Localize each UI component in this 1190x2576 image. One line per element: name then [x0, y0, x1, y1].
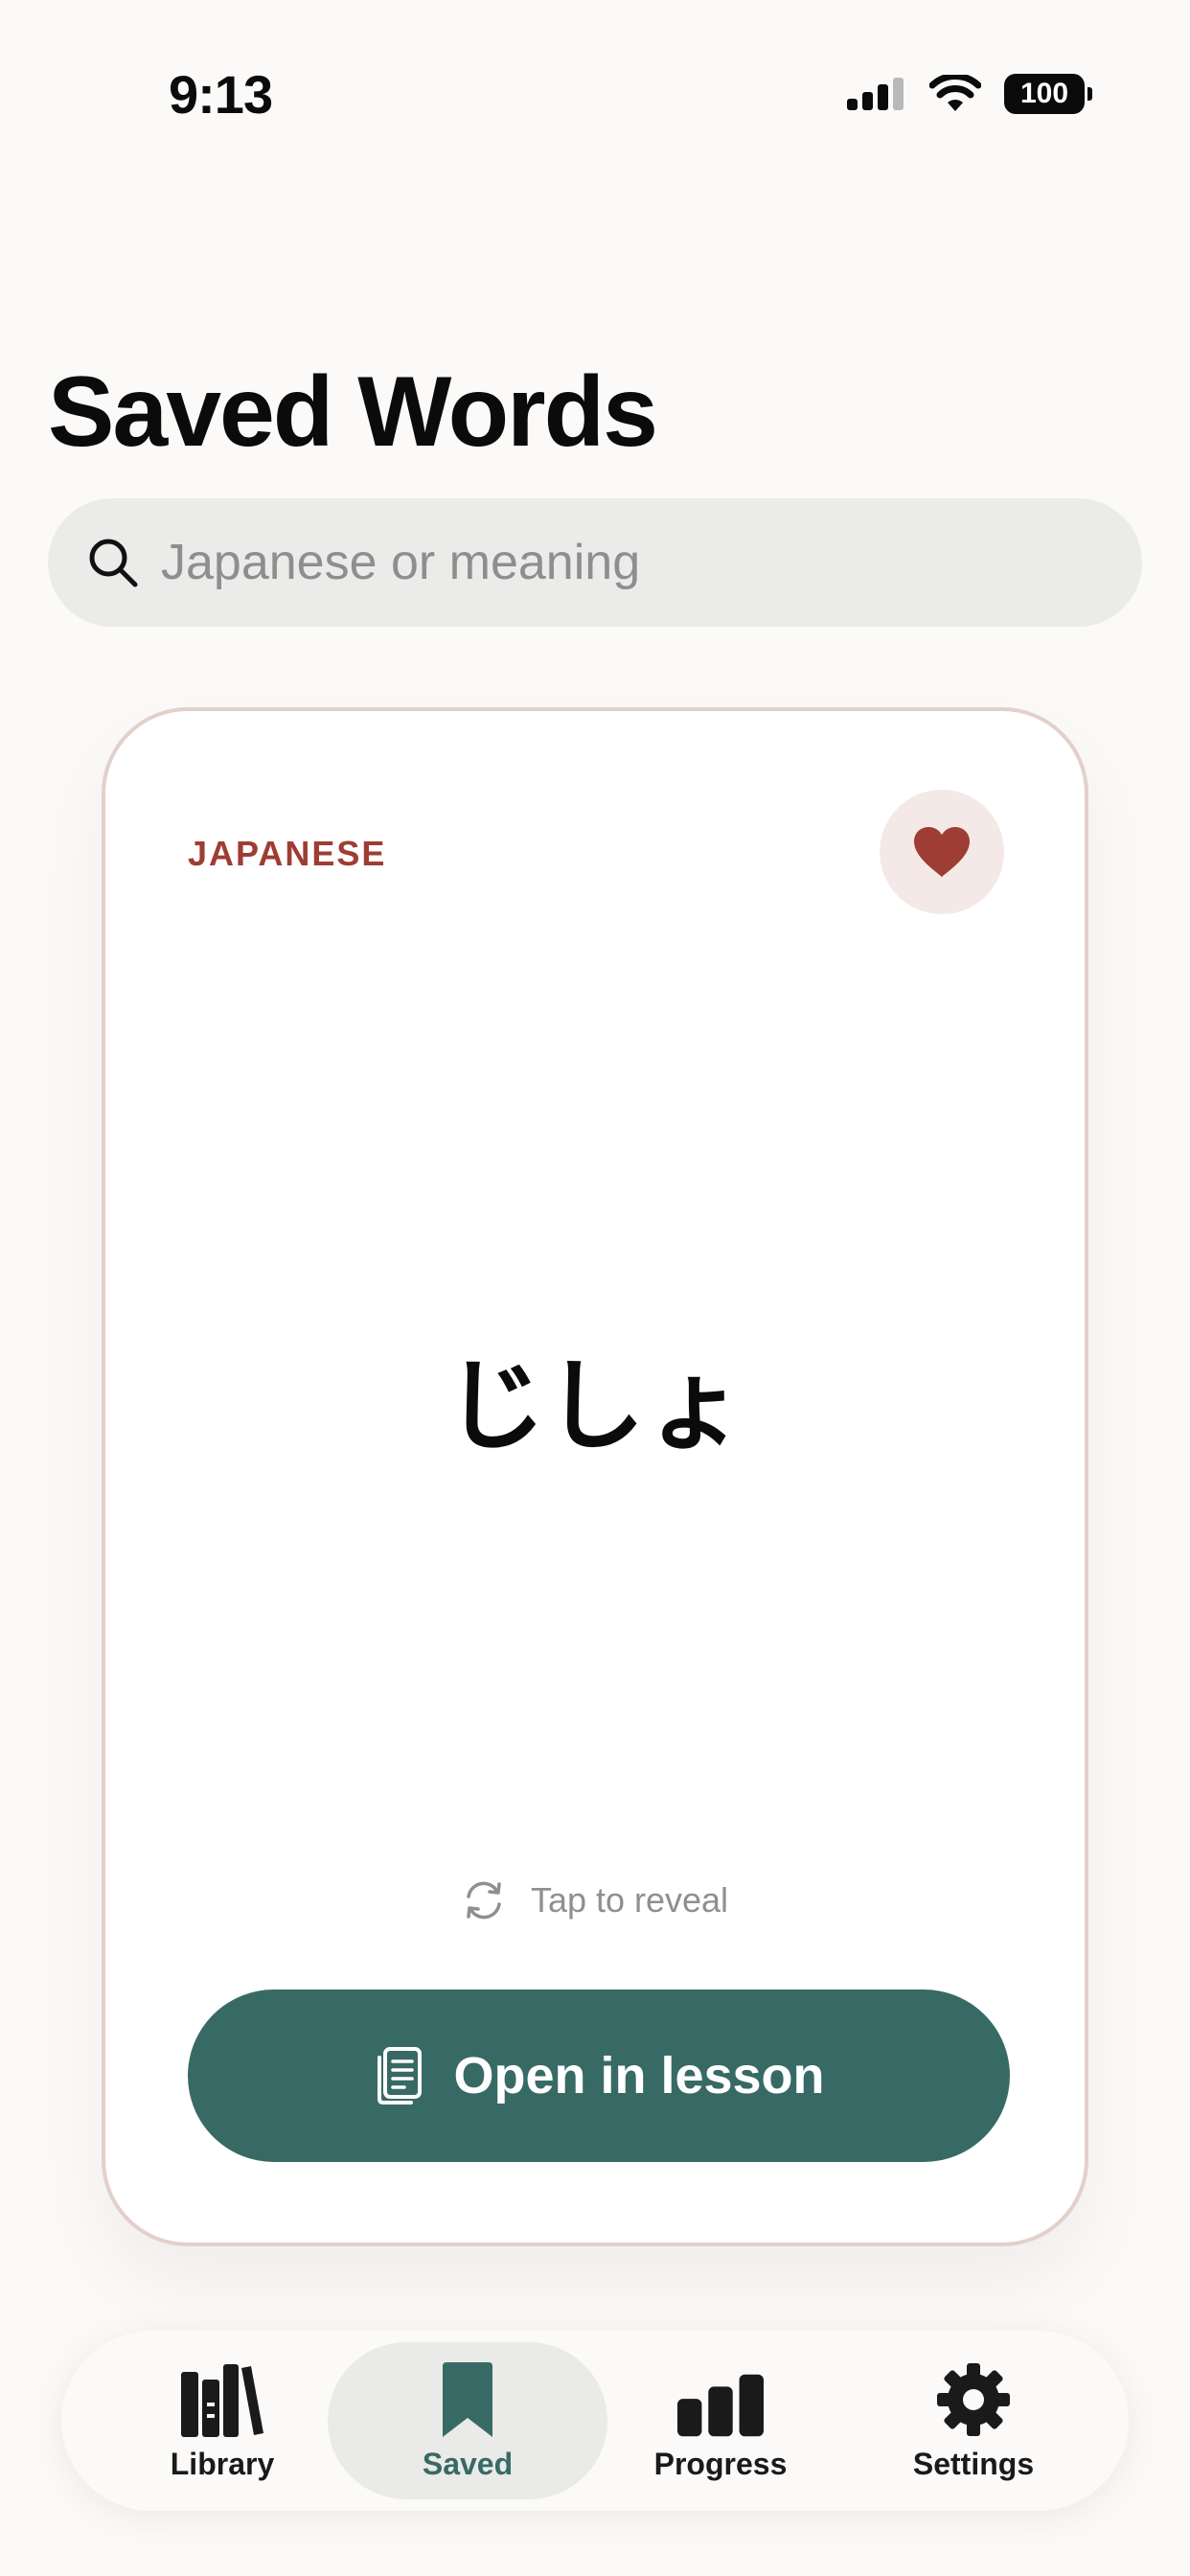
status-time: 9:13: [169, 64, 273, 125]
bookmark-icon: [424, 2360, 511, 2437]
tab-settings[interactable]: Settings: [834, 2342, 1113, 2499]
flashcard[interactable]: JAPANESE じしょ Tap to reveal Open in lesso…: [102, 707, 1088, 2246]
flip-icon: [467, 1881, 501, 1920]
open-in-lesson-button[interactable]: Open in lesson: [188, 1990, 1010, 2162]
reveal-hint-label: Tap to reveal: [530, 1880, 729, 1920]
battery-level: 100: [1019, 78, 1069, 109]
status-bar: 9:13 100: [0, 0, 1190, 192]
card-word: じしょ: [445, 1347, 744, 1464]
heart-icon: [914, 827, 970, 877]
document-icon: [378, 2047, 423, 2104]
search-icon: [89, 539, 138, 587]
favorite-button[interactable]: [880, 790, 1004, 914]
status-icons: 100: [847, 71, 1092, 117]
card-language-label: JAPANESE: [188, 834, 387, 873]
gear-icon: [930, 2360, 1017, 2437]
tab-label-settings: Settings: [912, 2446, 1035, 2481]
tab-progress[interactable]: Progress: [581, 2342, 860, 2499]
tab-label-saved: Saved: [422, 2446, 514, 2481]
page-title: Saved Words: [48, 356, 658, 468]
tab-label-library: Library: [170, 2446, 275, 2481]
tab-label-progress: Progress: [653, 2446, 788, 2481]
search-input[interactable]: [161, 524, 1119, 601]
cellular-signal-icon: [847, 78, 904, 110]
wifi-icon: [929, 75, 981, 111]
battery-icon: 100: [1004, 74, 1092, 114]
books-icon: [179, 2360, 265, 2437]
search-bar[interactable]: [48, 498, 1142, 627]
tab-bar: Library Saved Progress Settings: [61, 2331, 1129, 2511]
bar-chart-icon: [677, 2360, 764, 2437]
reveal-hint[interactable]: Tap to reveal: [105, 1878, 1085, 1922]
tab-library[interactable]: Library: [82, 2342, 362, 2499]
tab-saved[interactable]: Saved: [328, 2342, 607, 2499]
open-in-lesson-label: Open in lesson: [453, 2047, 825, 2104]
